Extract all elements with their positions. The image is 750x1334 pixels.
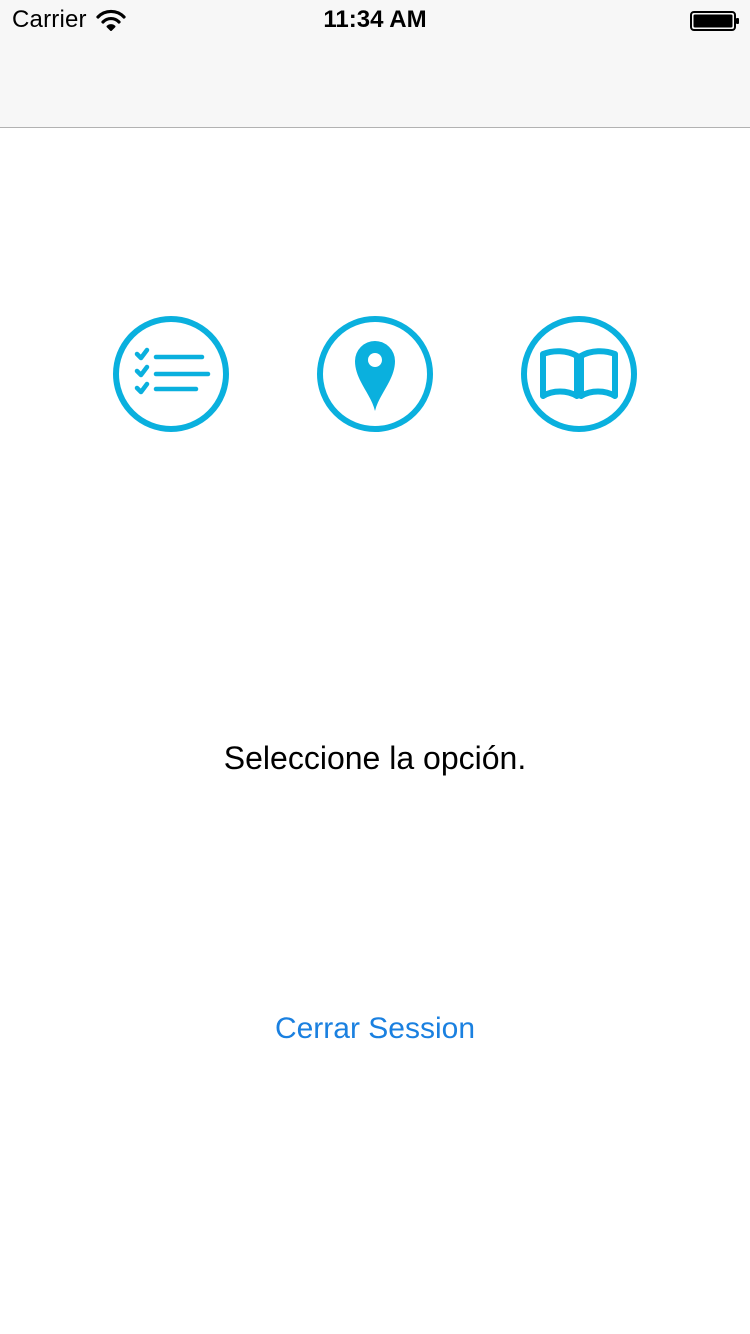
selection-prompt: Seleccione la opción. bbox=[223, 740, 527, 776]
battery-icon bbox=[690, 10, 740, 32]
book-button[interactable] bbox=[519, 314, 639, 434]
checklist-button[interactable] bbox=[112, 314, 232, 434]
location-button[interactable] bbox=[315, 314, 435, 434]
map-pin-icon bbox=[317, 316, 433, 432]
options-row bbox=[0, 314, 750, 434]
status-bar: Carrier 11:34 AM bbox=[0, 0, 750, 40]
checklist-icon bbox=[113, 316, 229, 432]
logout-button[interactable]: Cerrar Session bbox=[0, 1012, 750, 1046]
status-time: 11:34 AM bbox=[323, 6, 427, 33]
book-icon bbox=[521, 316, 637, 432]
navigation-bar: Carrier 11:34 AM bbox=[0, 0, 750, 128]
